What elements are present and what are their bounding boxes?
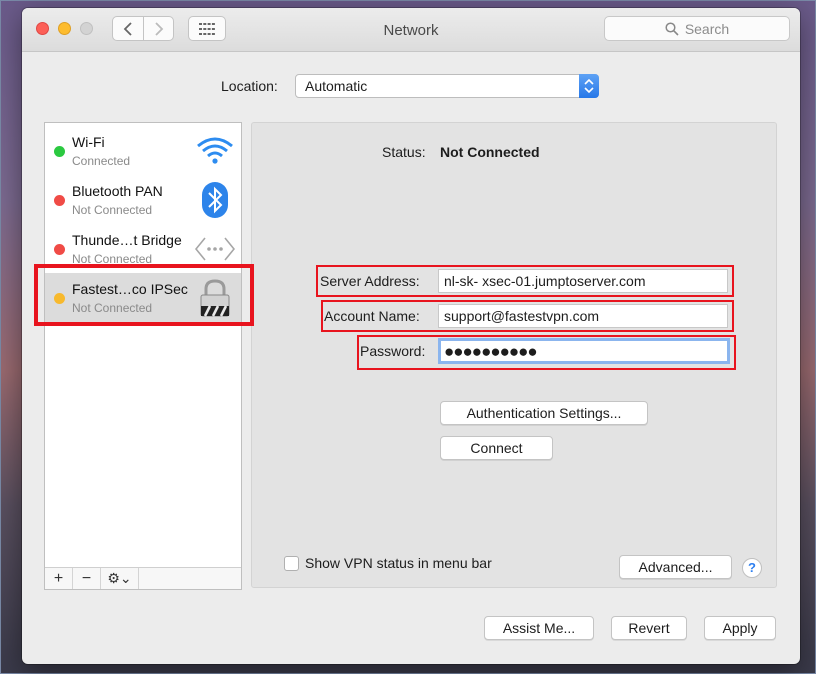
remove-service-button[interactable]: − [73,568,101,589]
show-vpn-status-row[interactable]: Show VPN status in menu bar [284,555,492,571]
connect-button[interactable]: Connect [440,436,553,460]
status-dot [54,293,65,304]
revert-button[interactable]: Revert [611,616,687,640]
authentication-settings-button[interactable]: Authentication Settings... [440,401,648,425]
location-label: Location: [221,78,278,94]
search-placeholder: Search [684,20,730,37]
titlebar: Network Search [22,8,800,52]
account-name-field[interactable]: support@fastestvpn.com [438,304,728,328]
status-value: Not Connected [440,144,540,160]
select-arrows-icon [579,74,599,98]
service-item-bluetooth-pan[interactable]: Bluetooth PAN Not Connected [45,175,241,224]
wifi-icon [195,133,235,169]
service-item-fastest-ipsec[interactable]: Fastest…co IPSec Not Connected [45,273,241,322]
network-preferences-window: Network Search Location: Automatic Wi-Fi… [22,8,800,664]
status-dot [54,195,65,206]
service-item-wifi[interactable]: Wi-Fi Connected [45,126,241,175]
search-icon [665,21,679,36]
add-service-button[interactable]: + [45,568,73,589]
service-name: Fastest…co IPSec [72,281,188,297]
location-select[interactable]: Automatic [295,74,599,98]
service-status: Not Connected [72,252,153,266]
server-address-label: Server Address: [320,273,420,289]
service-status: Not Connected [72,301,153,315]
vpn-lock-icon [195,279,235,317]
assist-me-button[interactable]: Assist Me... [484,616,594,640]
password-label: Password: [360,343,426,359]
status-dot [54,146,65,157]
gear-icon[interactable]: ⚙⌄ [101,568,139,589]
service-status: Not Connected [72,203,153,217]
location-value: Automatic [305,78,368,94]
show-vpn-status-checkbox[interactable] [284,555,299,571]
apply-button[interactable]: Apply [704,616,776,640]
service-item-thunderbolt-bridge[interactable]: Thunde…t Bridge Not Connected [45,224,241,273]
password-field[interactable]: ●●●●●●●●●● [438,338,730,364]
status-label: Status: [382,144,426,160]
service-status: Connected [72,154,131,168]
bluetooth-icon [195,182,235,218]
server-address-field[interactable]: nl-sk- xsec-01.jumptoserver.com [438,269,728,293]
service-list: Wi-Fi Connected Bluetooth PAN Not Connec… [44,122,242,590]
show-vpn-status-label: Show VPN status in menu bar [305,555,492,571]
service-name: Wi-Fi [72,134,105,150]
thunderbolt-bridge-icon [195,231,235,267]
account-name-label: Account Name: [324,308,420,324]
service-list-toolbar: + − ⚙⌄ [45,567,241,589]
search-field[interactable]: Search [604,16,790,41]
service-name: Thunde…t Bridge [72,232,182,248]
help-button[interactable]: ? [742,558,762,578]
service-name: Bluetooth PAN [72,183,163,199]
status-dot [54,244,65,255]
advanced-button[interactable]: Advanced... [619,555,732,579]
